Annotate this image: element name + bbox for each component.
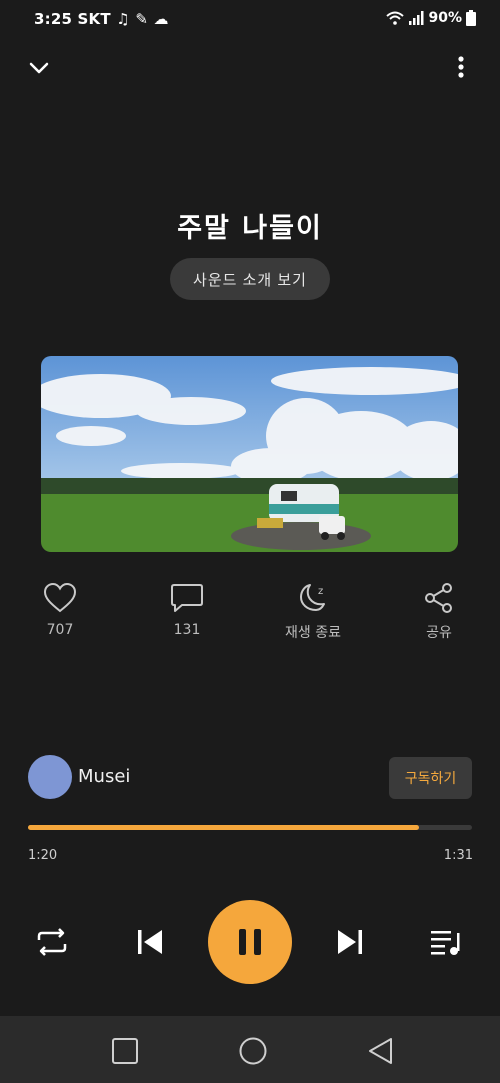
share-button[interactable]: 공유: [399, 582, 479, 642]
share-icon: [425, 583, 452, 613]
playlist-icon: [431, 931, 460, 955]
home-button[interactable]: [237, 1035, 269, 1067]
chevron-down-icon: [29, 62, 49, 74]
playlist-button[interactable]: [424, 920, 468, 964]
square-icon: [112, 1038, 138, 1064]
comment-button[interactable]: 131: [147, 582, 227, 638]
moon-icon: z: [300, 584, 325, 611]
back-button[interactable]: [366, 1036, 396, 1066]
artist-name[interactable]: Musei: [78, 766, 130, 787]
sound-intro-button[interactable]: 사운드 소개 보기: [170, 258, 330, 300]
triangle-back-icon: [369, 1038, 392, 1064]
status-time: 3:25 SKT ♫ ✎ ☁: [34, 10, 169, 28]
share-label: 공유: [426, 625, 452, 641]
next-button[interactable]: [328, 920, 372, 964]
repeat-button[interactable]: [30, 920, 74, 964]
music-note-icon: ♫: [116, 10, 130, 28]
total-time: 1:31: [443, 848, 473, 863]
sleep-timer-button[interactable]: z 재생 종료: [273, 582, 353, 642]
more-options-button[interactable]: [450, 54, 472, 82]
system-nav-bar: [0, 1016, 500, 1083]
recent-apps-button[interactable]: [110, 1036, 140, 1066]
comment-count: 131: [173, 622, 201, 638]
status-bar: 3:25 SKT ♫ ✎ ☁ 90%: [0, 0, 500, 38]
chat-icon: ☁: [153, 10, 169, 28]
svg-text:z: z: [318, 586, 323, 597]
battery-icon: [466, 10, 476, 26]
repeat-icon: [37, 928, 67, 956]
heart-icon: [43, 582, 77, 613]
progress-bar[interactable]: [28, 825, 472, 830]
progress-fill: [28, 825, 420, 830]
artist-avatar[interactable]: [28, 755, 72, 799]
wifi-icon: [386, 11, 405, 25]
like-count: 707: [46, 622, 74, 638]
collapse-button[interactable]: [26, 55, 52, 81]
skip-next-icon: [338, 930, 362, 954]
status-right: 90%: [386, 10, 476, 26]
track-title: 주말 나들이: [177, 213, 323, 244]
current-time: 1:20: [28, 848, 58, 863]
notification-icon: ✎: [135, 10, 149, 28]
pause-icon: [239, 929, 261, 955]
comment-icon: [171, 584, 203, 612]
subscribe-button[interactable]: 구독하기: [389, 757, 472, 799]
battery-percent: 90%: [428, 10, 462, 26]
sleep-timer-label: 재생 종료: [285, 625, 341, 641]
previous-button[interactable]: [128, 920, 172, 964]
like-button[interactable]: 707: [20, 582, 100, 638]
skip-previous-icon: [138, 930, 162, 954]
cover-image: [41, 356, 458, 552]
pause-button[interactable]: [208, 900, 292, 984]
signal-icon: [408, 11, 424, 25]
circle-icon: [239, 1037, 267, 1065]
more-vertical-icon: [458, 56, 464, 78]
